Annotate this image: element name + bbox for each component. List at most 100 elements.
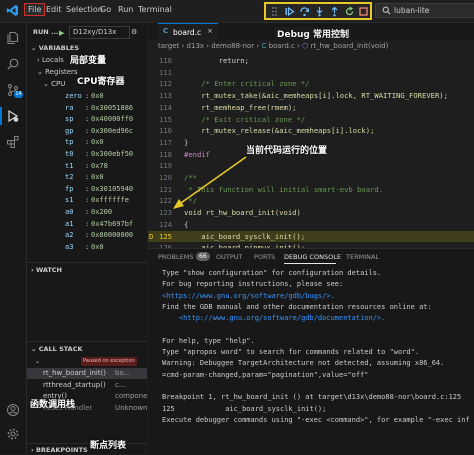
debug-settings-gear-icon[interactable]: ⚙ <box>131 27 137 38</box>
menu-terminal[interactable]: Terminal <box>138 5 172 14</box>
register-name: t1 <box>65 161 74 170</box>
register-row[interactable]: a2:0x80000000 <box>27 230 147 241</box>
register-row[interactable]: tp:0x0 <box>27 137 147 148</box>
annotation-debug-control: Debug 常用控制 <box>275 27 352 40</box>
command-center-search[interactable]: luban-lite <box>375 3 474 18</box>
register-row[interactable]: zero:0x0 <box>27 91 147 102</box>
separator: : <box>85 103 90 112</box>
console-line: Type "apropos word" to search for comman… <box>162 348 420 357</box>
explorer-icon[interactable] <box>6 31 20 45</box>
frame-file: bo... <box>115 369 131 377</box>
register-row[interactable]: gp:0x300ed96c <box>27 126 147 137</box>
active-view-indicator <box>0 107 2 125</box>
code-line[interactable]: 124 { <box>148 219 474 231</box>
code-text: aic_board_sysclk_init(); <box>184 231 306 241</box>
register-name: gp <box>65 126 74 135</box>
breadcrumb-item[interactable]: rt_hw_board_init(void) <box>310 42 388 50</box>
register-row[interactable]: ra:0x30051886 <box>27 103 147 114</box>
line-number: 110 <box>159 56 172 65</box>
expand-chevron-icon: ⌄ <box>37 68 46 76</box>
line-number: 121 <box>159 184 172 194</box>
line-number: 113 <box>159 91 172 101</box>
breadcrumb-item[interactable]: board.c <box>269 42 295 50</box>
title-bar: File Edit Selection Go Run Terminal luba… <box>0 0 474 23</box>
separator: : <box>85 184 90 193</box>
annotation-cpu-registers: CPU寄存器 <box>77 77 125 87</box>
console-line: <http://www.gnu.org/software/gdb/documen… <box>162 314 386 323</box>
tab-output[interactable]: OUTPUT <box>216 253 243 261</box>
menu-run[interactable]: Run <box>118 5 133 14</box>
separator: : <box>85 161 90 170</box>
annotation-current-position: 当前代码运行的位置 <box>244 143 330 156</box>
breadcrumb-item[interactable]: demo88-nor <box>211 42 254 50</box>
register-name: t2 <box>65 173 74 182</box>
register-row[interactable]: fp:0x30105940 <box>27 184 147 195</box>
debug-config-select[interactable]: D12xy/D13x <box>69 26 130 39</box>
register-row[interactable]: a3:0x0 <box>27 242 147 253</box>
extensions-icon[interactable] <box>6 135 20 149</box>
register-row[interactable]: t1:0x78 <box>27 161 147 172</box>
tab-problems[interactable]: PROBLEMS <box>158 253 193 261</box>
register-row[interactable]: t2:0x0 <box>27 172 147 183</box>
scm-count-badge: 14 <box>14 91 23 98</box>
search-value: luban-lite <box>394 6 430 15</box>
current-code-line[interactable]: 125 aic_board_sysclk_init(); D <box>148 230 474 242</box>
callstack-frame[interactable]: rt_hw_board_init() bo... <box>27 368 147 379</box>
search-icon <box>382 6 391 15</box>
code-text: { <box>184 219 189 229</box>
register-value: 0x300ed96c <box>91 126 134 135</box>
line-number: 124 <box>159 219 172 229</box>
register-name: s1 <box>65 196 74 205</box>
start-debug-icon[interactable]: ▶ <box>59 28 64 39</box>
line-number: 122 <box>159 196 172 206</box>
expand-chevron-icon: ⌄ <box>43 80 52 88</box>
breadcrumb-item[interactable]: d13x <box>187 42 205 50</box>
paused-status-badge: Paused on exception <box>81 357 137 366</box>
run-debug-icon[interactable] <box>6 109 20 123</box>
code-line[interactable]: 114 rt_memheap_free(rmem); <box>148 102 474 114</box>
account-icon[interactable] <box>6 403 20 417</box>
manage-gear-icon[interactable] <box>6 427 20 441</box>
tab-board-c[interactable]: C board.c × <box>158 23 218 40</box>
tab-ports[interactable]: PORTS <box>254 253 275 261</box>
menu-file[interactable]: File <box>24 3 46 16</box>
tab-terminal[interactable]: TERMINAL <box>346 253 379 261</box>
callstack-header[interactable]: ⌄ CALL STACK <box>31 344 147 355</box>
console-line: =cmd-param-changed,param="pagination",va… <box>162 370 369 379</box>
register-name: a3 <box>65 242 74 251</box>
code-line[interactable]: 112 /* Enter critical zone */ <box>148 78 474 90</box>
breakpoints-header[interactable]: › BREAKPOINTS <box>31 445 147 454</box>
register-row[interactable]: t0:0x300ebf50 <box>27 149 147 160</box>
line-number: 114 <box>159 102 172 112</box>
console-line: For bug reporting instructions, please s… <box>162 280 344 289</box>
expand-chevron-icon: ⌄ <box>35 358 41 365</box>
console-line: 125 aic_board_sysclk_init(); <box>162 404 327 413</box>
line-number: 119 <box>159 161 172 171</box>
separator: : <box>85 231 90 240</box>
code-line[interactable]: 110 return; <box>148 55 474 67</box>
debug-toolbar-highlight-box <box>264 2 372 20</box>
close-tab-icon[interactable]: × <box>207 27 213 35</box>
register-row[interactable]: a0:0x200 <box>27 207 147 218</box>
code-line[interactable]: 116 rt_mutex_release(&aic_memheaps[i].lo… <box>148 125 474 137</box>
menu-go[interactable]: Go <box>100 5 111 14</box>
register-row[interactable]: sp:0x40000ff0 <box>27 114 147 125</box>
code-line[interactable]: 111 <box>148 67 474 79</box>
code-line[interactable]: 115 /* Exit critical zone */ <box>148 114 474 126</box>
menu-selection[interactable]: Selection <box>66 5 103 14</box>
menu-edit[interactable]: Edit <box>46 5 62 14</box>
frame-file: Unknown Source <box>115 403 147 412</box>
code-text: /* Enter critical zone */ <box>184 79 310 89</box>
line-number: 112 <box>159 79 172 89</box>
tab-debug-console[interactable]: DEBUG CONSOLE <box>284 253 341 261</box>
callstack-frame[interactable]: rtthread_startup() c... <box>27 380 147 391</box>
search-view-icon[interactable] <box>6 57 20 71</box>
watch-header[interactable]: › WATCH <box>31 265 147 276</box>
callstack-thread[interactable]: ⌄ Paused on exception <box>35 356 147 367</box>
register-value: 0x0 <box>91 173 104 182</box>
code-line[interactable]: 113 rt_mutex_take(&aic_memheaps[i].lock,… <box>148 90 474 102</box>
register-row[interactable]: a1:0x47b697bf <box>27 219 147 230</box>
register-row[interactable]: s1:0xffffffe <box>27 195 147 206</box>
breadcrumb-item[interactable]: target <box>158 42 179 50</box>
separator: : <box>85 92 90 100</box>
